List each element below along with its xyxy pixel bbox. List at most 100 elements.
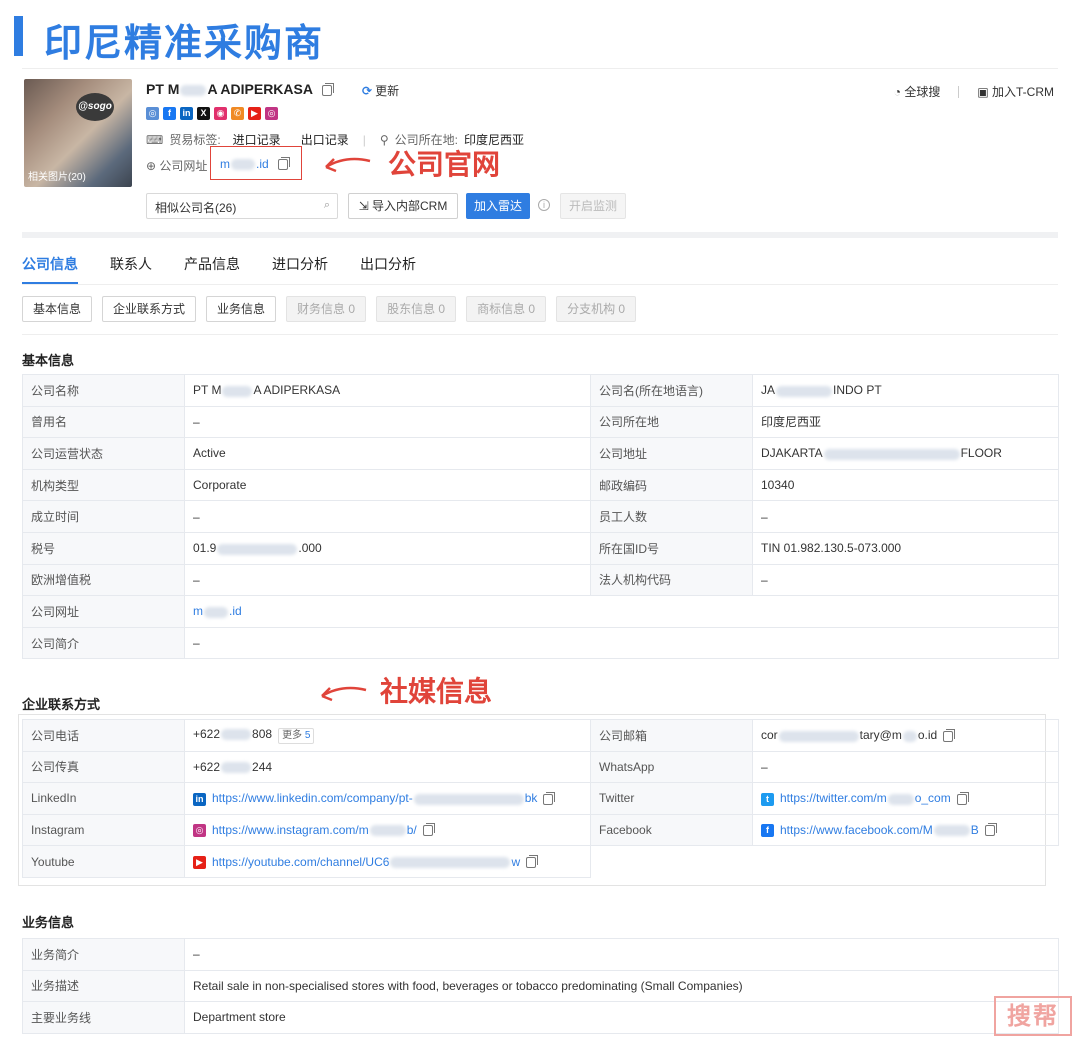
tabs-underline [22,284,1058,285]
linkedin-link[interactable]: https://www.linkedin.com/company/pt-bk [212,791,537,805]
field-value: 01.9.000 [184,531,591,565]
sub-tabs: 基本信息 企业联系方式 业务信息 财务信息 0 股东信息 0 商标信息 0 分支机构 0 [22,296,637,322]
website-link[interactable]: m .id [193,604,242,618]
subtab-2[interactable]: 业务信息 [206,296,277,322]
field-label: 成立时间 [22,500,185,533]
table-row: 公司简介 – [22,626,1059,660]
instagram-icon: ◎ [193,824,206,838]
field-value: TIN 01.982.130.5-073.000 [752,531,1059,565]
field-value: – [752,500,1059,533]
twitter-icon: t [761,792,774,806]
field-label: 曾用名 [22,405,185,439]
copy-icon[interactable] [984,823,997,837]
subtab-6[interactable]: 分支机构 0 [556,296,637,322]
field-label: 主要业务线 [22,1001,185,1034]
facebook-icon[interactable]: f [163,107,176,120]
field-value: 印度尼西亚 [752,405,1059,439]
instagram-link[interactable]: https://www.instagram.com/m b/ [212,823,417,837]
x-icon[interactable]: X [197,107,210,120]
tab-4[interactable]: 出口分析 [360,254,416,284]
basic-info-title: 基本信息 [22,353,75,368]
similar-companies-select[interactable]: 相似公司名(26) ⌕ [146,193,338,219]
tab-1[interactable]: 联系人 [110,254,152,284]
site-icon[interactable]: ◎ [146,107,159,120]
tab-0[interactable]: 公司信息 [22,254,78,284]
subtab-1[interactable]: 企业联系方式 [102,296,197,322]
global-search-button[interactable]: ◔ 全球搜 [894,83,941,100]
website-link[interactable]: m .id [220,157,291,171]
linkedin-label: LinkedIn [22,782,185,815]
contact-title: 企业联系方式 [22,697,101,712]
youtube-label: Youtube [22,845,185,878]
field-label: 欧洲增值税 [22,563,185,597]
annotation-website: 公司官网 [388,148,501,181]
section-divider [22,232,1058,238]
company-name: PT MA ADIPERKASA [146,81,335,97]
subtab-5[interactable]: 商标信息 0 [466,296,547,322]
field-value: – [184,563,591,597]
field-value: Retail sale in non-specialised stores wi… [184,969,1059,1003]
watermark-logo: 搜帮 [994,996,1072,1036]
twitter-value: t https://twitter.com/m o_com [752,782,1059,815]
import-crm-button[interactable]: ⇲ 导入内部CRM [348,193,458,219]
trade-tag-export[interactable]: 出口记录 [301,131,349,148]
youtube-icon[interactable]: ▶ [248,107,261,120]
enable-monitor-button[interactable]: 开启监测 [560,193,626,219]
table-row: 主要业务线 Department store [22,1001,1059,1034]
field-value: Corporate [184,468,591,502]
whatsapp-label: WhatsApp [590,750,753,784]
more-phones-button[interactable]: 更多 5 [278,727,315,744]
table-row: 业务简介 – [22,938,1059,971]
copy-icon[interactable] [422,823,435,837]
copy-icon[interactable] [943,728,956,742]
search-icon: ⌕ [323,199,330,211]
company-photo[interactable]: @sogo 相关图片(20) [24,79,132,187]
copy-icon[interactable] [526,854,539,868]
copy-icon[interactable] [543,791,556,805]
table-row: 公司电话 +622 808 更多 5 公司邮箱 cor tary@m o.id [22,719,1059,752]
field-value: 10340 [752,468,1059,502]
table-row: 公司名称 PT MA ADIPERKASA 公司名(所在地语言) JA INDO PT [22,374,1059,407]
field-label: 机构类型 [22,468,185,502]
facebook-value: f https://www.facebook.com/M B [752,813,1059,847]
copy-icon[interactable] [322,82,335,96]
facebook-label: Facebook [590,813,753,847]
tab-2[interactable]: 产品信息 [184,254,240,284]
instagram-icon[interactable]: ◎ [265,107,278,120]
info-icon[interactable]: i [538,199,550,211]
tab-3[interactable]: 进口分析 [272,254,328,284]
linkedin-icon[interactable]: in [180,107,193,120]
subtab-0[interactable]: 基本信息 [22,296,93,322]
table-row: Youtube ▶ https://youtube.com/channel/UC6… [22,845,1059,878]
refresh-button[interactable]: ⟳ 更新 [362,82,399,99]
table-row: 业务描述 Retail sale in non-specialised store… [22,969,1059,1003]
photo-caption: 相关图片(20) [28,172,86,183]
field-label: 业务简介 [22,938,185,971]
phone-icon[interactable]: ✆ [231,107,244,120]
main-tabs: 公司信息 联系人 产品信息 进口分析 出口分析 [22,254,416,284]
facebook-link[interactable]: https://www.facebook.com/M B [780,823,979,837]
copy-icon[interactable] [278,157,291,171]
field-label: 公司地址 [590,437,753,470]
fax-label: 公司传真 [22,750,185,784]
annotation-social: 社媒信息 [380,675,493,708]
youtube-link[interactable]: https://youtube.com/channel/UC6 w [212,855,520,869]
table-row: 机构类型 Corporate 邮政编码 10340 [22,468,1059,502]
refresh-icon: ⟳ [362,84,373,98]
field-label: 邮政编码 [590,468,753,502]
table-row: 成立时间 – 员工人数 – [22,500,1059,533]
field-value: – [184,626,1059,660]
twitter-link[interactable]: https://twitter.com/m o_com [780,791,951,805]
field-label: 公司所在地 [590,405,753,439]
add-radar-button[interactable]: 加入雷达 [466,193,530,219]
field-value: m .id [184,595,1059,628]
linkedin-icon: in [193,792,206,806]
subtab-3[interactable]: 财务信息 0 [286,296,367,322]
copy-icon[interactable] [956,791,969,805]
globe-icon: ⊕ [146,159,157,173]
field-label: 公司运营状态 [22,437,185,470]
website-line: ⊕ 公司网址 [146,157,207,174]
instagram-alt-icon[interactable]: ◉ [214,107,227,120]
add-tcrm-button[interactable]: ▣ 加入T-CRM [977,83,1054,100]
subtab-4[interactable]: 股东信息 0 [376,296,457,322]
